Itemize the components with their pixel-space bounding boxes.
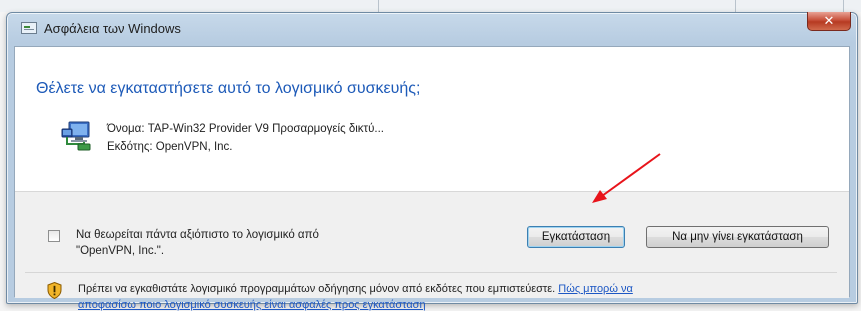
warning-message: Πρέπει να εγκαθιστάτε λογισμικό προγραμμ… bbox=[78, 283, 633, 295]
warning-message-line2: αποφασίσω ποιο λογισμικό συσκευής είναι … bbox=[78, 299, 426, 311]
network-adapter-icon bbox=[61, 121, 91, 151]
dialog-heading: Θέλετε να εγκαταστήσετε αυτό το λογισμικ… bbox=[36, 80, 421, 97]
device-name: Όνομα: TAP-Win32 Provider V9 Προσαρμογεί… bbox=[107, 123, 384, 135]
always-trust-label-publisher[interactable]: "OpenVPN, Inc.". bbox=[76, 245, 164, 257]
window-title: Ασφάλεια των Windows bbox=[44, 21, 181, 36]
window-icon bbox=[21, 22, 37, 34]
always-trust-checkbox[interactable] bbox=[48, 230, 60, 242]
warning-text: Πρέπει να εγκαθιστάτε λογισμικό προγραμμ… bbox=[78, 283, 556, 295]
install-button[interactable]: Εγκατάσταση bbox=[527, 226, 625, 248]
device-publisher: Εκδότης: OpenVPN, Inc. bbox=[107, 141, 233, 153]
windows-security-dialog: Ασφάλεια των Windows ✕ Θέλετε να εγκατασ… bbox=[6, 12, 858, 311]
dont-install-button[interactable]: Να μην γίνει εγκατάσταση bbox=[646, 226, 829, 248]
dialog-content: Θέλετε να εγκαταστήσετε αυτό το λογισμικ… bbox=[14, 46, 850, 311]
dialog-footer: Να θεωρείται πάντα αξιόπιστο το λογισμικ… bbox=[15, 191, 849, 311]
background-divider bbox=[735, 0, 736, 12]
title-bar[interactable]: Ασφάλεια των Windows ✕ bbox=[7, 12, 857, 45]
help-link[interactable]: Πώς μπορώ να bbox=[558, 283, 633, 295]
footer-separator bbox=[25, 272, 837, 273]
help-link-continued[interactable]: αποφασίσω ποιο λογισμικό συσκευής είναι … bbox=[78, 299, 426, 311]
background-divider bbox=[843, 0, 844, 12]
shield-warning-icon bbox=[47, 282, 62, 299]
close-icon: ✕ bbox=[823, 13, 835, 28]
background-window-strip bbox=[0, 0, 861, 12]
always-trust-label[interactable]: Να θεωρείται πάντα αξιόπιστο το λογισμικ… bbox=[76, 229, 319, 241]
close-button[interactable]: ✕ bbox=[807, 12, 851, 31]
background-divider bbox=[378, 0, 379, 12]
